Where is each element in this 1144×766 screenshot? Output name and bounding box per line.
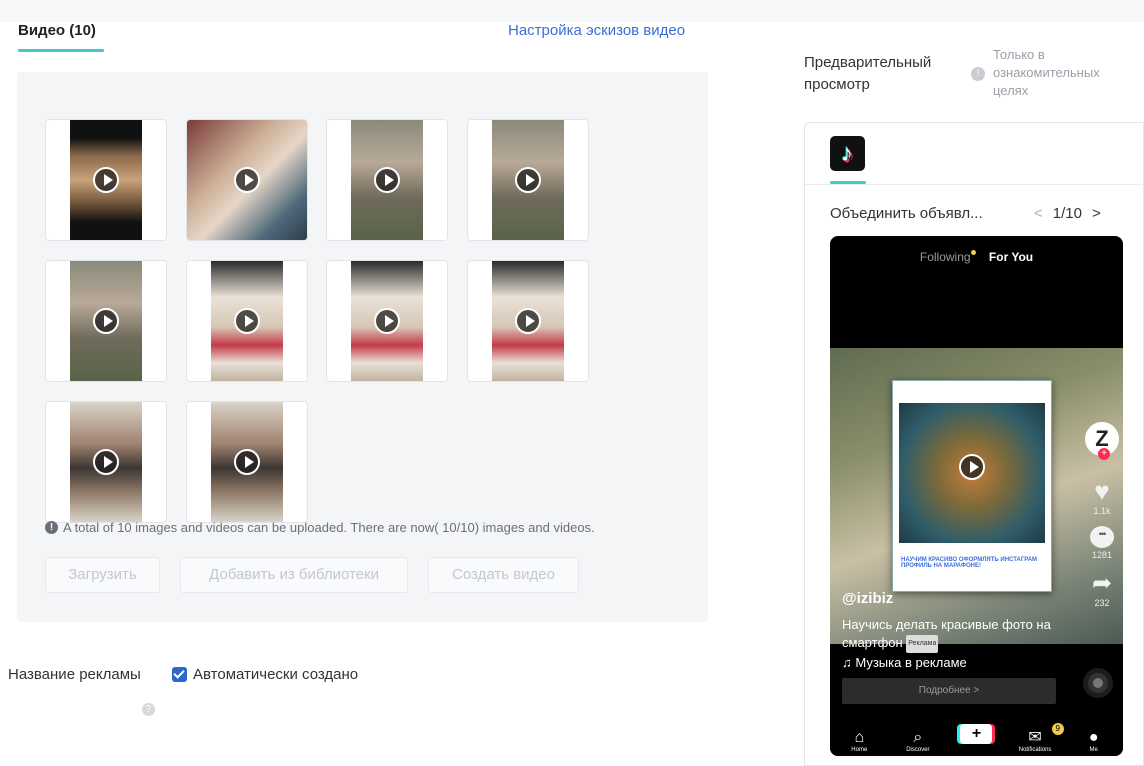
learn-more-button: Подробнее > (842, 678, 1056, 704)
video-tile[interactable] (326, 260, 448, 382)
ad-name-label: Название рекламы (8, 666, 141, 683)
account-handle: @izibiz (842, 590, 894, 607)
upload-notice-text: A total of 10 images and videos can be u… (63, 520, 595, 535)
video-tile[interactable] (467, 119, 589, 241)
share-icon: ➦ (1091, 570, 1113, 597)
nav-notifications: ✉ 9 Notifications (1010, 723, 1064, 753)
comment-icon (1090, 526, 1114, 548)
play-icon (515, 167, 541, 193)
comments-count: 1281 (1091, 550, 1113, 560)
nav-create: + (951, 724, 1001, 753)
phone-preview: Following For You НАУЧИМ КРАСИВО ОФОРМЛЯ… (830, 236, 1123, 756)
tab-following: Following (919, 250, 971, 264)
ad-post-card: НАУЧИМ КРАСИВО ОФОРМЛЯТЬ ИНСТАГРАМ ПРОФИ… (892, 380, 1052, 592)
home-icon: ⌂ (854, 729, 865, 746)
video-tile[interactable] (45, 260, 167, 382)
info-icon: ! (45, 521, 58, 534)
feed-tabs: Following For You (830, 250, 1123, 264)
play-icon (374, 167, 400, 193)
ad-description: Научись делать красивые фото на смартфон… (842, 616, 1072, 653)
preview-note: Только в ознакомительных целях (993, 47, 1100, 98)
video-tile[interactable] (186, 401, 308, 523)
notifications-badge: 9 (1051, 723, 1064, 735)
likes-count: 1.1k (1093, 506, 1111, 516)
nav-discover-label: Discover (906, 747, 930, 753)
post-caption: НАУЧИМ КРАСИВО ОФОРМЛЯТЬ ИНСТАГРАМ ПРОФИ… (901, 557, 1038, 569)
next-arrow-icon[interactable]: > (1092, 205, 1101, 222)
create-video-button[interactable]: Создать видео (428, 557, 579, 593)
divider (805, 184, 1144, 185)
music-disc-icon (1083, 668, 1113, 698)
auto-created-checkbox[interactable] (172, 667, 187, 682)
upload-button[interactable]: Загрузить (45, 557, 160, 593)
live-dot-icon (970, 250, 976, 255)
nav-notifications-label: Notifications (1018, 747, 1052, 753)
video-tile[interactable] (467, 260, 589, 382)
action-bar: + ♥ 1.1k 1281 ➦ 232 (1085, 422, 1119, 608)
videos-tab-underline (18, 49, 104, 52)
music-label: ♫ Музыка в рекламе (842, 655, 967, 670)
inbox-icon: ✉ 9 (1010, 723, 1064, 747)
preview-title: Предварительный просмотр (804, 54, 932, 93)
search-icon: ⌕ (913, 729, 923, 746)
upload-notice: ! A total of 10 images and videos can be… (45, 520, 595, 535)
nav-me-label: Me (1089, 747, 1098, 753)
video-tile[interactable] (186, 119, 308, 241)
nav-home: ⌂ Home (834, 729, 884, 753)
ad-description-text: Научись делать красивые фото на смартфон (842, 617, 1051, 650)
play-icon (93, 308, 119, 334)
profile-icon: ● (1088, 729, 1099, 746)
nav-home-label: Home (851, 747, 868, 753)
play-icon (234, 449, 260, 475)
follow-plus-icon: + (1098, 448, 1110, 460)
heart-icon: ♥ (1094, 476, 1110, 506)
nav-me: ● Me (1069, 729, 1119, 753)
nav-discover: ⌕ Discover (893, 729, 943, 753)
play-icon (234, 167, 260, 193)
ad-badge: Реклама (906, 634, 939, 653)
prev-arrow-icon[interactable]: < (1034, 205, 1043, 222)
help-icon[interactable]: ? (142, 703, 155, 716)
video-tile[interactable] (186, 260, 308, 382)
thumbnail-settings-link[interactable]: Настройка эскизов видео (508, 22, 685, 39)
play-icon (93, 167, 119, 193)
video-tile[interactable] (45, 401, 167, 523)
phone-bottom-nav: ⌂ Home ⌕ Discover + ✉ 9 Notifications ● Me (830, 716, 1123, 756)
play-icon (959, 454, 985, 480)
shares-count: 232 (1094, 598, 1110, 608)
play-icon (374, 308, 400, 334)
tiktok-logo-icon[interactable]: ♪ ♪ ♪ (830, 136, 865, 171)
video-tile[interactable] (45, 119, 167, 241)
info-icon: ! (971, 67, 985, 81)
videos-tab-label[interactable]: Видео (10) (18, 22, 96, 39)
preview-pager: < 1/10 > (1034, 205, 1101, 222)
create-plus-icon: + (960, 724, 993, 744)
tab-for-you: For You (988, 250, 1034, 264)
combine-ads-label: Объединить объявл... (830, 205, 983, 222)
avatar: + (1085, 422, 1119, 460)
play-icon (515, 308, 541, 334)
play-icon (93, 449, 119, 475)
video-tile[interactable] (326, 119, 448, 241)
play-icon (234, 308, 260, 334)
pager-count: 1/10 (1052, 205, 1082, 222)
auto-created-label[interactable]: Автоматически создано (193, 666, 358, 683)
add-from-library-button[interactable]: Добавить из библиотеки (180, 557, 408, 593)
top-strip (0, 0, 1144, 22)
